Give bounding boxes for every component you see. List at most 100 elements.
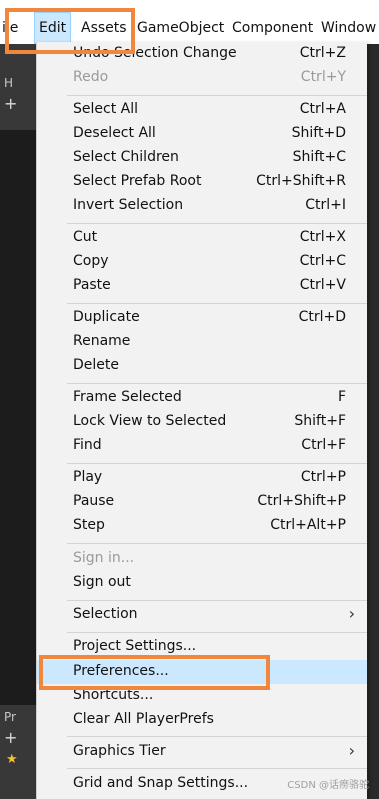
menu-item-label: Grid and Snap Settings... [73,775,249,791]
menu-separator [67,543,367,544]
window-top-strip [0,0,379,12]
menu-separator [67,736,367,737]
menu-separator [67,600,367,601]
menu-item-label: Cut [73,229,98,245]
menu-item-clear-playerprefs[interactable]: Clear All PlayerPrefs [37,708,367,732]
project-tab-label[interactable]: Pr [4,710,16,724]
menu-item-shortcut: Ctrl+Shift+P [257,493,346,509]
menu-item-shortcut: Ctrl+I [305,197,346,213]
menu-window[interactable]: Window [321,12,376,44]
menu-item-shortcut: Ctrl+X [299,229,346,245]
menu-item-label: Select Prefab Root [73,173,202,189]
menu-item-graphics-tier[interactable]: Graphics Tier › [37,740,367,764]
main-menu-bar: ile Edit Assets GameObject Component Win… [0,12,379,44]
menu-item-preferences[interactable]: Preferences... [37,660,367,684]
menu-item-shortcut: Ctrl+D [298,309,346,325]
menu-item-shortcuts[interactable]: Shortcuts... [37,684,367,708]
menu-separator [67,768,367,769]
menu-item-label: Graphics Tier [73,743,166,759]
menu-item-label: Delete [73,357,119,373]
add-icon[interactable]: + [4,94,17,113]
menu-item-sign-in[interactable]: Sign in... [37,547,367,571]
edit-dropdown-menu: Undo Selection Change Ctrl+Z Redo Ctrl+Y… [36,42,367,799]
menu-item-label: Selection [73,606,138,622]
menu-gameobject[interactable]: GameObject [137,12,224,44]
menu-item-paste[interactable]: Paste Ctrl+V [37,274,367,298]
menu-item-project-settings[interactable]: Project Settings... [37,635,367,659]
menu-file[interactable]: ile [2,12,18,44]
menu-item-rename[interactable]: Rename [37,330,367,354]
menu-item-shortcut: Ctrl+Y [300,69,346,85]
menu-item-invert-selection[interactable]: Invert Selection Ctrl+I [37,194,367,218]
menu-item-undo[interactable]: Undo Selection Change Ctrl+Z [37,42,367,66]
menu-item-deselect-all[interactable]: Deselect All Shift+D [37,122,367,146]
menu-item-step[interactable]: Step Ctrl+Alt+P [37,514,367,538]
menu-item-copy[interactable]: Copy Ctrl+C [37,250,367,274]
menu-item-shortcut: Ctrl+F [301,437,346,453]
menu-item-redo[interactable]: Redo Ctrl+Y [37,66,367,90]
submenu-arrow-icon: › [348,741,355,760]
editor-background [0,40,36,799]
menu-item-shortcut: F [337,389,346,405]
menu-item-label: Step [73,517,105,533]
menu-item-shortcut: Ctrl+Shift+R [256,173,346,189]
menu-item-shortcut: Ctrl+P [300,469,346,485]
menu-item-label: Copy [73,253,109,269]
menu-item-shortcut: Shift+F [294,413,346,429]
menu-item-selection[interactable]: Selection › [37,603,367,627]
submenu-arrow-icon: › [348,604,355,623]
menu-edit[interactable]: Edit [34,12,72,44]
hierarchy-tab-label[interactable]: H [4,76,13,90]
menu-item-find[interactable]: Find Ctrl+F [37,434,367,458]
menu-separator [67,303,367,304]
watermark-text: CSDN @话痨骆驼 [287,780,369,791]
menu-separator [67,95,367,96]
menu-item-label: Clear All PlayerPrefs [73,711,214,727]
menu-separator [67,223,367,224]
menu-item-label: Duplicate [73,309,140,325]
menu-item-duplicate[interactable]: Duplicate Ctrl+D [37,306,367,330]
menu-item-delete[interactable]: Delete [37,354,367,378]
menu-item-label: Preferences... [73,663,169,679]
menu-item-pause[interactable]: Pause Ctrl+Shift+P [37,490,367,514]
menu-item-select-children[interactable]: Select Children Shift+C [37,146,367,170]
menu-item-label: Rename [73,333,131,349]
menu-item-select-prefab-root[interactable]: Select Prefab Root Ctrl+Shift+R [37,170,367,194]
menu-item-lock-view[interactable]: Lock View to Selected Shift+F [37,410,367,434]
menu-item-label: Play [73,469,103,485]
favorites-star-icon[interactable]: ★ [6,752,18,767]
menu-item-shortcut: Ctrl+Z [299,45,346,61]
menu-item-label: Select All [73,101,138,117]
menu-item-label: Paste [73,277,111,293]
menu-item-shortcut: Ctrl+V [299,277,346,293]
menu-item-play[interactable]: Play Ctrl+P [37,466,367,490]
menu-component[interactable]: Component [232,12,313,44]
menu-item-label: Find [73,437,102,453]
menu-assets[interactable]: Assets [81,12,127,44]
menu-item-cut[interactable]: Cut Ctrl+X [37,226,367,250]
menu-separator [67,383,367,384]
menu-item-select-all[interactable]: Select All Ctrl+A [37,98,367,122]
menu-item-frame-selected[interactable]: Frame Selected F [37,386,367,410]
menu-item-label: Lock View to Selected [73,413,227,429]
menu-item-label: Shortcuts... [73,687,154,703]
menu-item-shortcut: Shift+C [292,149,346,165]
menu-item-label: Deselect All [73,125,156,141]
menu-item-label: Invert Selection [73,197,184,213]
menu-separator [67,632,367,633]
menu-item-label: Pause [73,493,115,509]
editor-background-right [366,40,379,799]
menu-item-label: Project Settings... [73,638,197,654]
menu-item-shortcut: Shift+D [291,125,346,141]
menu-item-label: Sign out [73,574,131,590]
menu-item-label: Frame Selected [73,389,182,405]
menu-separator [67,463,367,464]
menu-item-shortcut: Ctrl+C [299,253,346,269]
add-icon[interactable]: + [4,728,17,747]
menu-item-label: Undo Selection Change [73,45,237,61]
menu-item-label: Redo [73,69,109,85]
menu-item-sign-out[interactable]: Sign out [37,571,367,595]
menu-item-label: Select Children [73,149,179,165]
menu-item-shortcut: Ctrl+Alt+P [270,517,346,533]
menu-item-label: Sign in... [73,550,135,566]
